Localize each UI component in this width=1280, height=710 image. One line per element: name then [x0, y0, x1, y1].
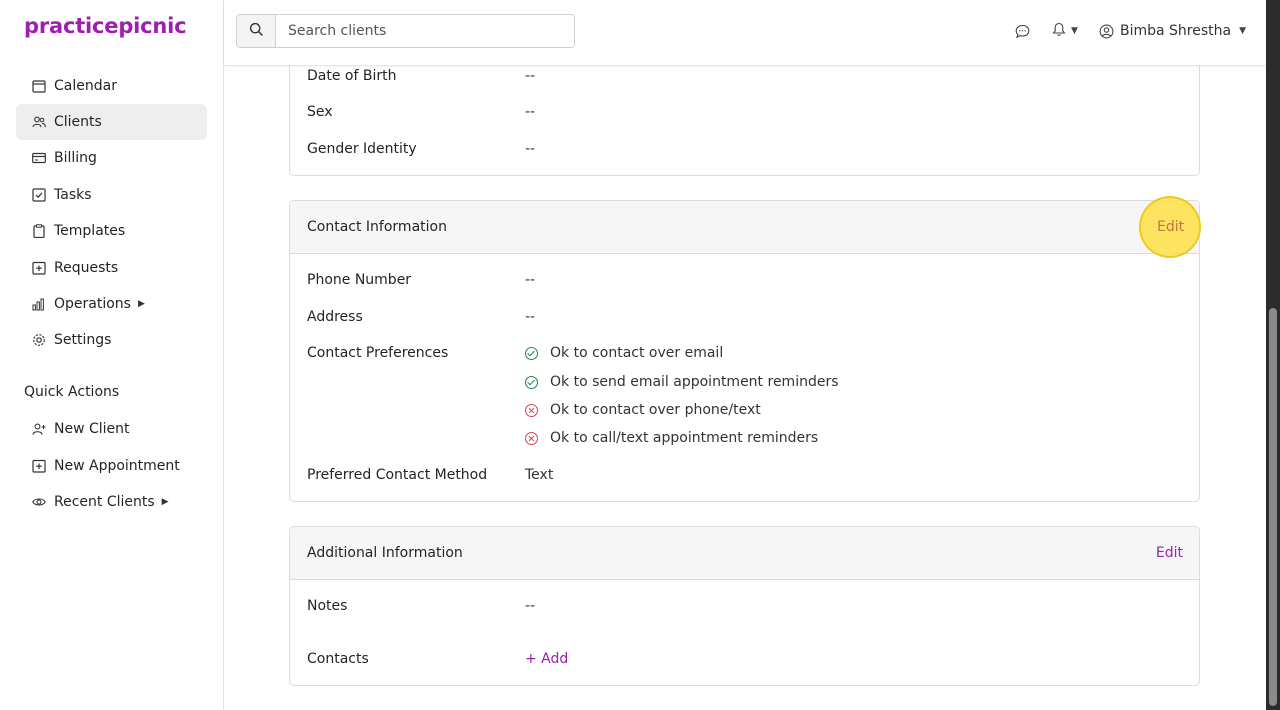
top-bar: ▼ Bimba Shrestha ▼ [224, 0, 1266, 66]
sidebar-item-label: Clients [54, 114, 102, 130]
credit-card-icon [32, 151, 46, 165]
user-name: Bimba Shrestha [1119, 23, 1232, 39]
edit-additional-button[interactable]: Edit [1156, 545, 1183, 561]
eye-icon [32, 495, 46, 509]
additional-info-header: Additional Information Edit [290, 527, 1199, 580]
edit-contact-button[interactable]: Edit [1157, 219, 1184, 235]
search-button[interactable] [237, 15, 276, 47]
quick-action-new-client[interactable]: New Client [16, 411, 207, 447]
gender-identity-label: Gender Identity [307, 141, 417, 157]
preferred-method-label: Preferred Contact Method [307, 467, 488, 483]
sidebar-item-clients[interactable]: Clients [16, 104, 207, 140]
pref-text: Ok to call/text appointment reminders [550, 430, 819, 446]
notes-value: -- [525, 598, 536, 614]
phone-label: Phone Number [307, 272, 412, 288]
dob-label: Date of Birth [307, 68, 397, 84]
checkbox-icon [32, 188, 46, 202]
sidebar: practicepicnic Calendar Clients Billing … [0, 0, 224, 710]
quick-action-recent-clients[interactable]: Recent Clients ▶ [16, 484, 207, 520]
chat-icon[interactable] [1015, 24, 1030, 39]
app-logo[interactable]: practicepicnic [24, 14, 187, 38]
sidebar-item-tasks[interactable]: Tasks [16, 177, 207, 213]
notes-label: Notes [307, 598, 348, 614]
address-label: Address [307, 309, 363, 325]
quick-actions-heading: Quick Actions [24, 384, 120, 400]
add-contact-link[interactable]: + Add [525, 651, 568, 667]
dob-value: -- [525, 68, 536, 84]
x-circle-icon [525, 431, 538, 445]
sidebar-item-label: Settings [54, 332, 112, 348]
user-menu[interactable]: Bimba Shrestha ▼ [1099, 23, 1246, 39]
sidebar-item-operations[interactable]: Operations ▶ [16, 286, 207, 322]
pref-item: Ok to call/text appointment reminders [525, 430, 818, 446]
sidebar-item-label: New Appointment [54, 458, 180, 474]
sidebar-item-label: Billing [54, 150, 97, 166]
bell-icon [1052, 22, 1066, 41]
sex-value: -- [525, 104, 536, 120]
contact-info-header: Contact Information [290, 201, 1199, 254]
check-circle-icon [525, 375, 538, 389]
scrollbar-thumb[interactable] [1269, 308, 1277, 706]
sidebar-item-label: Requests [54, 260, 119, 276]
sidebar-item-settings[interactable]: Settings [16, 322, 207, 358]
phone-value: -- [525, 272, 536, 288]
x-circle-icon [525, 403, 538, 417]
users-icon [32, 115, 46, 129]
pref-text: Ok to contact over phone/text [550, 402, 761, 418]
sidebar-item-label: Operations [54, 296, 131, 312]
pref-text: Ok to send email appointment reminders [550, 374, 839, 390]
caret-right-icon: ▶ [161, 497, 169, 507]
sidebar-item-requests[interactable]: Requests [16, 250, 207, 286]
check-circle-icon [525, 346, 538, 360]
card-title: Contact Information [307, 219, 447, 235]
user-circle-icon [1099, 24, 1114, 39]
chevron-down-icon: ▼ [1239, 26, 1246, 36]
sidebar-item-billing[interactable]: Billing [16, 140, 207, 176]
search-input[interactable] [276, 15, 574, 47]
sidebar-item-calendar[interactable]: Calendar [16, 68, 207, 104]
notifications-dropdown[interactable]: ▼ [1052, 22, 1078, 41]
chevron-down-icon: ▼ [1071, 26, 1078, 36]
caret-right-icon: ▶ [137, 299, 145, 309]
contacts-label: Contacts [307, 651, 369, 667]
sidebar-item-templates[interactable]: Templates [16, 213, 207, 249]
gear-icon [32, 333, 46, 347]
clipboard-icon [32, 224, 46, 239]
sidebar-item-label: Tasks [54, 187, 92, 203]
user-controls: ▼ Bimba Shrestha ▼ [1015, 20, 1246, 42]
sidebar-item-label: New Client [54, 421, 130, 437]
sex-label: Sex [307, 104, 333, 120]
plus-square-icon [32, 261, 46, 275]
card-title: Additional Information [307, 545, 463, 561]
sidebar-item-label: Calendar [54, 78, 117, 94]
bar-chart-icon [32, 297, 46, 311]
user-plus-icon [32, 422, 46, 436]
pref-item: Ok to contact over phone/text [525, 402, 761, 418]
calendar-plus-icon [32, 459, 46, 473]
pref-item: Ok to contact over email [525, 345, 723, 361]
address-value: -- [525, 309, 536, 325]
scrollbar[interactable] [1266, 0, 1280, 710]
additional-info-card: Additional Information Edit [289, 526, 1200, 686]
sidebar-item-label: Recent Clients [54, 494, 155, 510]
gender-identity-value: -- [525, 141, 536, 157]
calendar-icon [32, 79, 46, 93]
contact-prefs-label: Contact Preferences [307, 345, 449, 361]
preferred-method-value: Text [525, 467, 554, 483]
pref-item: Ok to send email appointment reminders [525, 374, 839, 390]
pref-text: Ok to contact over email [550, 345, 724, 361]
sidebar-item-label: Templates [54, 223, 126, 239]
search-icon [249, 22, 264, 41]
quick-action-new-appointment[interactable]: New Appointment [16, 448, 207, 484]
search-box [236, 14, 575, 48]
